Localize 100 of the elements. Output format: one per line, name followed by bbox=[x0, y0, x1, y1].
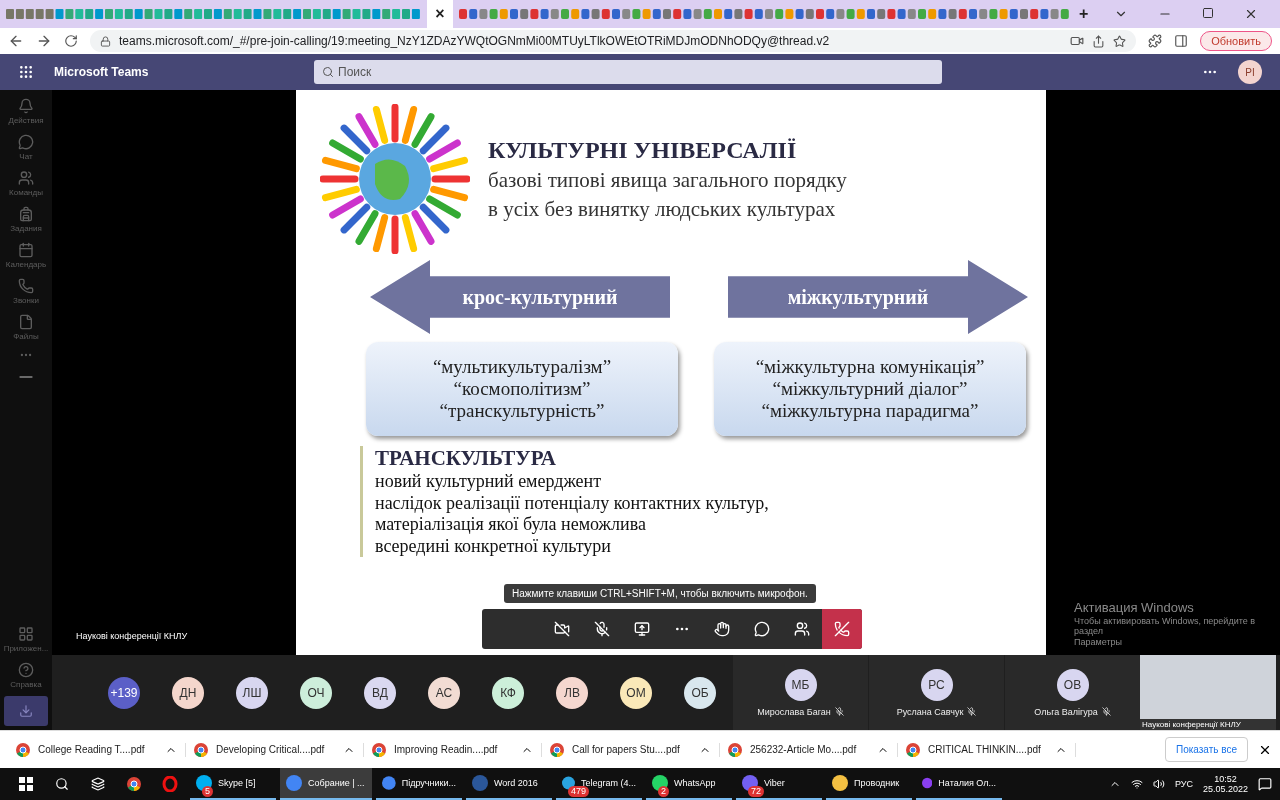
bag-icon bbox=[18, 206, 34, 222]
right-arrow-banner: міжкультурний bbox=[728, 260, 1028, 334]
search-field[interactable]: Поиск bbox=[314, 60, 942, 84]
quote-text: “міжкультурна парадигма” bbox=[761, 400, 979, 422]
download-item[interactable]: 256232-Article Mo....pdf bbox=[720, 742, 898, 757]
app-icon bbox=[832, 775, 848, 791]
participant-avatar[interactable]: ОБ bbox=[684, 676, 716, 709]
clock-time: 10:52 bbox=[1214, 774, 1237, 784]
hand-icon bbox=[714, 621, 730, 637]
camera-icon[interactable] bbox=[1070, 34, 1085, 48]
notification-badge: 5 bbox=[202, 786, 213, 797]
participant-avatar[interactable]: КФ bbox=[492, 676, 524, 709]
lock-icon bbox=[100, 35, 111, 47]
participant-name: Мирослава Баган bbox=[757, 706, 831, 717]
participant-avatar[interactable]: ОЧ bbox=[300, 676, 332, 709]
language-indicator[interactable]: РУС bbox=[1174, 779, 1193, 789]
taskbar-item[interactable]: 72 Viber bbox=[736, 768, 822, 800]
taskbar-item[interactable]: Підручники... bbox=[376, 768, 462, 800]
taskbar-item[interactable]: 2 WhatsApp bbox=[646, 768, 732, 800]
app-launcher-icon[interactable] bbox=[18, 64, 34, 80]
participant-tile[interactable]: ОВ Ольга Валігура bbox=[1004, 655, 1140, 730]
download-item[interactable]: Developing Critical....pdf bbox=[186, 742, 364, 757]
taskbar-item[interactable]: Наталия Ол... bbox=[916, 768, 1002, 800]
video-tile[interactable]: Наукові конференції КНЛУ bbox=[1140, 655, 1276, 730]
chrome-icon bbox=[194, 742, 208, 757]
chrome-icon bbox=[127, 777, 141, 791]
participant-avatar: РС bbox=[920, 668, 953, 701]
notifications-icon[interactable] bbox=[1258, 777, 1272, 791]
chrome-icon bbox=[372, 742, 386, 757]
address-bar[interactable]: teams.microsoft.com/_#/pre-join-calling/19:meeting_NzY1ZDAzYWQtOGNmMi00MTUyLTlkOWEtOTRiMDJmODNhODQy@thread.v2 bbox=[90, 30, 1137, 52]
network-icon[interactable] bbox=[1130, 778, 1143, 790]
download-item[interactable]: College Reading T....pdf bbox=[8, 742, 186, 757]
activation-text: Чтобы активировать Windows, перейдите в раздел bbox=[1074, 616, 1256, 636]
participant-tile[interactable]: МБ Мирослава Баган bbox=[732, 655, 868, 730]
tab-favicons-drawing[interactable] bbox=[459, 7, 1069, 21]
participant-avatar[interactable]: ЛШ bbox=[236, 676, 268, 709]
download-item[interactable]: Call for papers Stu....pdf bbox=[542, 742, 720, 757]
presenter-caption: Наукові конференції КНЛУ bbox=[76, 631, 188, 641]
overflow-count[interactable]: +139 bbox=[108, 676, 140, 709]
chrome-icon bbox=[550, 742, 564, 757]
volume-icon[interactable] bbox=[1152, 778, 1165, 790]
participant-tile[interactable]: РС Руслана Савчук bbox=[868, 655, 1004, 730]
forward-icon[interactable] bbox=[36, 33, 52, 49]
notification-badge: 2 bbox=[658, 786, 669, 797]
app-icon bbox=[286, 775, 302, 791]
people-icon bbox=[794, 621, 810, 637]
show-all-button[interactable]: Показать все bbox=[1164, 737, 1248, 762]
taskbar-item[interactable]: Проводник bbox=[826, 768, 912, 800]
participant-name: Наукові конференції КНЛУ bbox=[1140, 719, 1276, 730]
download-item[interactable]: Improving Readin....pdf bbox=[364, 742, 542, 757]
tab-favicons-drawing[interactable] bbox=[6, 7, 421, 21]
activation-link[interactable]: Параметры bbox=[1074, 637, 1274, 647]
participant-name: Ольга Валігура bbox=[1034, 706, 1098, 717]
quote-text: “міжкультурна комунікація” bbox=[755, 356, 985, 378]
share-screen-icon bbox=[634, 621, 650, 637]
download-item[interactable]: CRITICAL THINKIN....pdf bbox=[898, 742, 1076, 757]
section-text: новий культурний емерджент bbox=[375, 471, 603, 493]
new-tab-button[interactable]: + bbox=[1075, 5, 1093, 23]
restore-icon[interactable] bbox=[1202, 7, 1214, 19]
app-icon bbox=[382, 775, 396, 791]
windows-logo-icon[interactable] bbox=[19, 777, 33, 791]
extensions-icon[interactable] bbox=[1148, 34, 1163, 48]
chrome-icon bbox=[728, 742, 742, 757]
clock-date: 25.05.2022 bbox=[1202, 784, 1248, 794]
phone-icon bbox=[18, 278, 34, 294]
quote-text: “міжкультурний діалог” bbox=[772, 378, 968, 400]
user-avatar[interactable]: PI bbox=[1238, 60, 1262, 84]
reload-icon[interactable] bbox=[64, 34, 78, 48]
section-text: наслідок реалізації потенціалу контактних культур, bbox=[375, 492, 770, 515]
hang-up-button[interactable] bbox=[822, 609, 862, 649]
side-panel-icon[interactable] bbox=[1174, 34, 1189, 48]
quote-text: “мультикультуралізм” bbox=[432, 356, 612, 378]
update-button[interactable]: Обновить bbox=[1200, 31, 1272, 51]
close-icon[interactable] bbox=[1244, 7, 1258, 21]
help-icon bbox=[18, 662, 34, 678]
participant-avatar[interactable]: ДН bbox=[172, 676, 204, 709]
activation-title: Активация Windows bbox=[1074, 600, 1195, 615]
taskbar-item[interactable]: Собрание | ... bbox=[280, 768, 372, 800]
participant-avatar[interactable]: АС bbox=[428, 676, 460, 709]
task-view-icon[interactable] bbox=[91, 777, 105, 791]
hang-up-icon bbox=[834, 621, 850, 637]
share-icon[interactable] bbox=[1092, 34, 1106, 48]
section-text: матеріалізація якої була неможлива bbox=[375, 514, 647, 536]
download-icon bbox=[19, 704, 33, 718]
participant-avatar: ОВ bbox=[1056, 668, 1089, 701]
participant-avatar[interactable]: ОМ bbox=[620, 676, 652, 709]
ring-icon[interactable] bbox=[162, 776, 178, 792]
taskbar-item[interactable]: 479 Telegram (4... bbox=[556, 768, 642, 800]
chat-icon bbox=[18, 134, 34, 150]
back-icon[interactable] bbox=[8, 33, 24, 49]
search-icon[interactable] bbox=[55, 777, 69, 791]
participant-avatar[interactable]: ЛВ bbox=[556, 676, 588, 709]
taskbar-item[interactable]: Word 2016 bbox=[466, 768, 552, 800]
microphone-off-icon bbox=[594, 621, 610, 637]
participant-avatar[interactable]: ВД bbox=[364, 676, 396, 709]
file-icon bbox=[18, 314, 34, 330]
taskbar-item[interactable]: 5 Skype [5] bbox=[190, 768, 276, 800]
bookmark-star-icon[interactable] bbox=[1113, 34, 1127, 48]
notification-badge: 72 bbox=[748, 786, 764, 797]
participant-name: Руслана Савчук bbox=[896, 706, 964, 717]
